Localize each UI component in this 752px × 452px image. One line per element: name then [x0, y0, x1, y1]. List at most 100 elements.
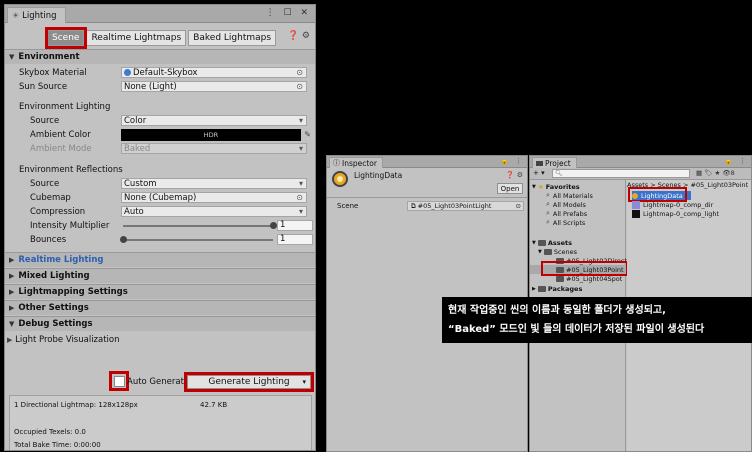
project-controls[interactable]: 🔒 ⋮	[724, 157, 748, 165]
lighting-window: ☀ Lighting ⋮ ☐ ✕ Scene Realtime Lightmap…	[4, 4, 316, 451]
scene-field[interactable]: ⧉ #05_Light03PointLight ⊙	[407, 201, 524, 211]
compression-label: Compression	[30, 206, 86, 217]
bounces-slider-track[interactable]	[123, 239, 273, 241]
object-picker-icon[interactable]: ⊙	[296, 82, 303, 91]
section-mixed-label: Mixed Lighting	[18, 271, 90, 281]
generate-lighting-highlight	[184, 372, 314, 392]
favorites-header[interactable]: ▼ ★ Favorites	[532, 182, 580, 191]
folder-icon	[537, 239, 546, 246]
project-search-input[interactable]: 🔍︎	[552, 169, 690, 178]
info-icon: ⓘ	[333, 159, 340, 167]
favorite-all-prefabs[interactable]: ⌕ All Prefabs	[546, 209, 587, 218]
inspector-titlebar: ⓘ Inspector 🔒 ⋮	[327, 156, 527, 168]
section-other-label: Other Settings	[18, 303, 89, 313]
section-debug-settings[interactable]: ▼ Debug Settings	[5, 316, 315, 331]
section-mixed-lighting[interactable]: ▶ Mixed Lighting	[5, 268, 315, 283]
lightmap-icon	[632, 200, 640, 209]
scene-folder-highlight	[541, 261, 628, 276]
sun-field[interactable]: None (Light) ⊙	[121, 81, 307, 92]
search-icon: ⌕	[546, 191, 550, 199]
folder-icon	[536, 160, 543, 166]
skybox-value: Default-Skybox	[133, 67, 198, 78]
lighting-window-tab[interactable]: ☀ Lighting	[7, 7, 66, 23]
star-icon: ★	[537, 182, 544, 191]
file-label: Lightmap-0_comp_dir	[643, 200, 714, 209]
reflections-header-row: Environment Reflections	[5, 163, 315, 176]
favorite-all-models[interactable]: ⌕ All Models	[546, 200, 586, 209]
auto-generate-highlight	[109, 371, 129, 391]
object-picker-icon[interactable]: ⊙	[516, 202, 521, 210]
ambient-mode-dropdown: Baked ▾	[121, 143, 307, 154]
object-picker-icon[interactable]: ⊙	[296, 193, 303, 202]
cubemap-label: Cubemap	[30, 192, 71, 203]
refl-source-dropdown[interactable]: Custom ▾	[121, 178, 307, 189]
skybox-field[interactable]: Default-Skybox ⊙	[121, 67, 307, 78]
folder-icon	[556, 275, 564, 282]
section-realtime-label: Realtime Lighting	[18, 255, 104, 265]
lighting-data-icon	[332, 171, 348, 187]
dropdown-arrow-icon: ▾	[298, 179, 303, 188]
favorite-all-materials[interactable]: ⌕ All Materials	[546, 191, 593, 200]
ambient-color-swatch[interactable]: HDR	[121, 128, 301, 141]
bounces-label: Bounces	[30, 234, 67, 245]
folder-icon	[537, 285, 546, 292]
project-toolbar-icons[interactable]: ▦ 🏷 ★ 👁8	[696, 169, 735, 177]
collapsed-arrow-icon: ▶	[9, 304, 15, 312]
collapsed-arrow-icon: ▶	[9, 272, 15, 280]
inspector-tab[interactable]: ⓘ Inspector	[329, 157, 383, 168]
skybox-label: Skybox Material	[19, 67, 87, 78]
tab-baked-lightmaps[interactable]: Baked Lightmaps	[188, 30, 277, 46]
ambient-mode-label: Ambient Mode	[30, 143, 92, 154]
reflections-header: Environment Reflections	[19, 164, 123, 175]
lighting-window-icon: ☀	[12, 11, 20, 20]
intensity-label: Intensity Multiplier	[30, 220, 110, 231]
favorite-all-scripts[interactable]: ⌕ All Scripts	[546, 218, 585, 227]
help-settings-icons[interactable]: ❓ ⚙	[288, 31, 310, 41]
file-lightmap-light[interactable]: Lightmap-0_comp_light	[632, 209, 719, 218]
section-realtime-lighting[interactable]: ▶ Realtime Lighting	[5, 252, 315, 267]
tab-realtime-lightmaps[interactable]: Realtime Lightmaps	[86, 30, 187, 46]
assets-header[interactable]: ▼ Assets	[532, 238, 572, 247]
bounces-slider-handle[interactable]	[119, 236, 127, 243]
open-button[interactable]: Open	[497, 183, 523, 194]
ambient-color-row: Ambient Color HDR ✎	[5, 128, 315, 141]
scenes-folder[interactable]: ▼ Scenes	[538, 247, 577, 256]
inspector-controls[interactable]: 🔒 ⋮	[500, 157, 524, 165]
eyedropper-icon[interactable]: ✎	[304, 130, 311, 139]
compression-dropdown[interactable]: Auto ▾	[121, 206, 307, 217]
intensity-row: Intensity Multiplier 1	[5, 219, 315, 232]
section-lightmapping-settings[interactable]: ▶ Lightmapping Settings	[5, 284, 315, 299]
light-probe-row[interactable]: ▶ Light Probe Visualization	[5, 333, 315, 346]
project-titlebar: Project 🔒 ⋮	[530, 156, 751, 168]
compression-row: Compression Auto ▾	[5, 205, 315, 218]
add-asset-button[interactable]: + ▾	[533, 169, 545, 177]
collapsed-arrow-icon: ▶	[9, 288, 15, 296]
object-picker-icon[interactable]: ⊙	[296, 68, 303, 77]
inspector-tab-label: Inspector	[342, 158, 377, 168]
intensity-input[interactable]: 1	[277, 220, 313, 231]
intensity-slider-track[interactable]	[123, 225, 273, 227]
file-label: Lightmap-0_comp_light	[643, 209, 720, 218]
light-probe-text: Light Probe Visualization	[15, 334, 120, 345]
scene-label: Scene	[337, 202, 359, 210]
bounces-input[interactable]: 1	[277, 234, 313, 245]
section-environment[interactable]: ▼ Environment	[5, 49, 315, 64]
project-tab[interactable]: Project	[532, 157, 577, 168]
expand-arrow-icon: ▼	[532, 183, 536, 190]
ambient-mode-row: Ambient Mode Baked ▾	[5, 142, 315, 155]
annotation-line-2: “Baked” 모드인 빛 들의 데이터가 저장된 파일이 생성된다	[448, 324, 705, 335]
cubemap-field[interactable]: None (Cubemap) ⊙	[121, 192, 307, 203]
window-controls[interactable]: ⋮ ☐ ✕	[266, 8, 311, 18]
file-lightmap-dir[interactable]: Lightmap-0_comp_dir	[632, 200, 713, 209]
inspector-header-icons[interactable]: ❓ ⚙	[506, 171, 523, 179]
favorite-label: All Materials	[552, 191, 593, 200]
collapsed-arrow-icon: ▶	[532, 285, 536, 292]
intensity-slider-handle[interactable]	[269, 222, 277, 229]
source-dropdown[interactable]: Color ▾	[121, 115, 307, 126]
section-other-settings[interactable]: ▶ Other Settings	[5, 300, 315, 315]
compression-value: Auto	[124, 206, 144, 217]
sphere-icon	[124, 69, 131, 76]
packages-header[interactable]: ▶ Packages	[532, 284, 582, 293]
inspector-divider	[327, 197, 527, 198]
source-value: Color	[124, 115, 147, 126]
